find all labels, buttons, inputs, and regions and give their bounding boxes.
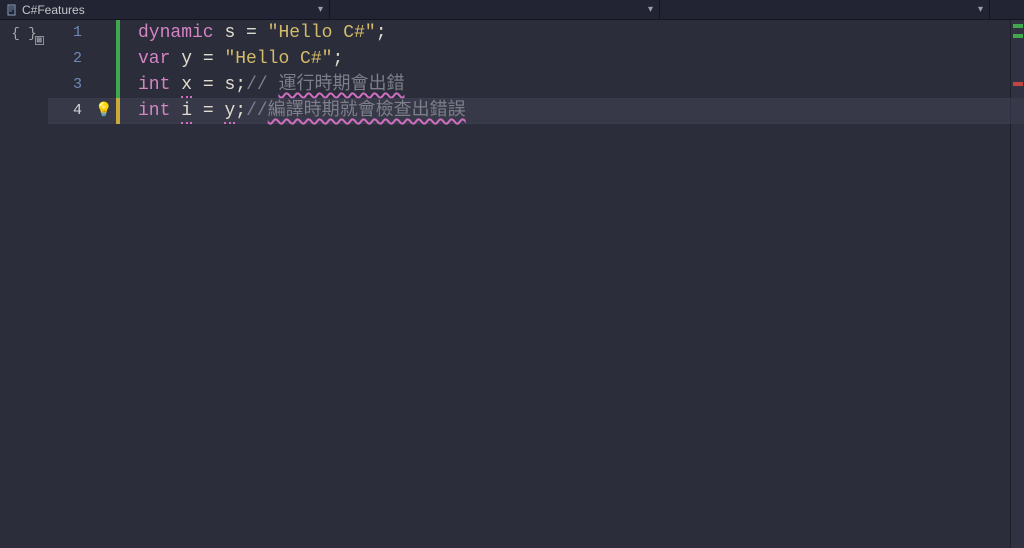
- line-number: 4: [48, 98, 92, 124]
- code-line[interactable]: 2 var y = "Hello C#";: [48, 46, 1024, 72]
- code-editor[interactable]: { }▦ 1 dynamic s = "Hello C#"; 2 var y =…: [0, 20, 1024, 548]
- outline-margin: { }▦: [0, 20, 48, 548]
- code-area[interactable]: 1 dynamic s = "Hello C#"; 2 var y = "Hel…: [48, 20, 1024, 548]
- error-ident: x: [181, 75, 192, 98]
- editor-tab-empty-1[interactable]: ▾: [330, 0, 660, 19]
- code-tokens: dynamic s = "Hello C#";: [138, 20, 387, 46]
- line-number: 1: [48, 20, 92, 46]
- change-bar: [116, 20, 120, 46]
- change-bar: [116, 46, 120, 72]
- error-ident: i: [181, 101, 192, 124]
- code-line[interactable]: 3 int x = s;// 運行時期會出錯: [48, 72, 1024, 98]
- structure-icon[interactable]: { }▦: [11, 26, 36, 42]
- code-tokens: int i = y;//編譯時期就會檢查出錯誤: [138, 98, 466, 124]
- lightbulb-icon[interactable]: 💡: [92, 98, 116, 124]
- editor-tab-csharpfeatures[interactable]: C#Features ▾: [0, 0, 330, 19]
- chevron-down-icon[interactable]: ▾: [648, 4, 653, 15]
- tab-title: C#Features: [22, 3, 85, 17]
- error-comment: 運行時期會出錯: [278, 75, 404, 95]
- code-tokens: int x = s;// 運行時期會出錯: [138, 72, 404, 98]
- line-number: 3: [48, 72, 92, 98]
- change-bar: [116, 72, 120, 98]
- code-tokens: var y = "Hello C#";: [138, 46, 343, 72]
- line-number: 2: [48, 46, 92, 72]
- error-comment: 編譯時期就會檢查出錯誤: [268, 101, 466, 121]
- code-line[interactable]: 1 dynamic s = "Hello C#";: [48, 20, 1024, 46]
- code-line[interactable]: 4 💡 int i = y;//編譯時期就會檢查出錯誤: [48, 98, 1024, 124]
- chevron-down-icon[interactable]: ▾: [318, 4, 323, 15]
- editor-tab-empty-2[interactable]: ▾: [660, 0, 990, 19]
- change-bar: [116, 98, 120, 124]
- tab-bar: C#Features ▾ ▾ ▾: [0, 0, 1024, 20]
- document-icon: [6, 4, 18, 16]
- error-ident: y: [224, 101, 235, 124]
- chevron-down-icon[interactable]: ▾: [978, 4, 983, 15]
